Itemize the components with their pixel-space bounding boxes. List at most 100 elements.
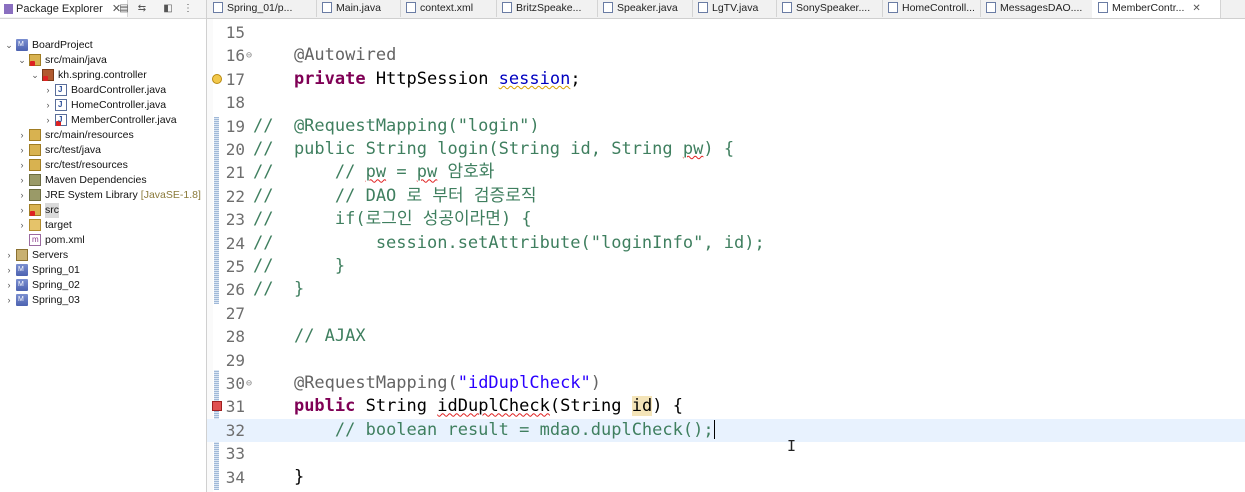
editor-tab[interactable]: Speaker.java [597, 0, 693, 17]
chevron-right-icon[interactable]: › [17, 158, 27, 173]
tree-item-label: src [45, 203, 59, 218]
chevron-right-icon[interactable]: › [43, 83, 53, 98]
tree-item-src-main-java[interactable]: ⌄ src/main/java [0, 53, 206, 68]
error-badge-icon [43, 76, 48, 81]
code-line[interactable]: 23 // if(로그인 성공이라면) { [207, 208, 1245, 231]
chevron-right-icon[interactable]: › [4, 293, 14, 308]
code-line[interactable]: 32 // boolean result = mdao.duplCheck(); [207, 418, 1245, 443]
editor-tab[interactable]: Main.java [316, 0, 401, 17]
editor-tab[interactable]: HomeControll... [882, 0, 981, 17]
code-line[interactable]: 16 ⊖ @Autowired [207, 44, 1245, 67]
tree-item-membercontroller[interactable]: › MemberController.java [0, 112, 206, 128]
tree-item-src-test-resources[interactable]: › src/test/resources [0, 158, 206, 173]
tree-item-spring01[interactable]: › Spring_01 [0, 262, 206, 278]
tree-item-homecontroller[interactable]: › HomeController.java [0, 97, 206, 113]
chevron-right-icon[interactable]: › [17, 143, 27, 158]
fold-toggle-icon[interactable]: ⊖ [246, 372, 252, 395]
link-editor-icon[interactable]: ⇆ [136, 3, 148, 15]
view-menu-icon[interactable]: ⋮ [182, 3, 194, 15]
code-token: pw [682, 139, 704, 159]
tree-item-boardcontroller[interactable]: › BoardController.java [0, 82, 206, 98]
editor-tab[interactable]: context.xml [400, 0, 497, 17]
editor-tab[interactable]: MemberContr... ✕ [1092, 0, 1221, 18]
line-number: 16 [225, 46, 245, 66]
chevron-right-icon[interactable]: › [4, 263, 14, 278]
code-line[interactable]: 26 // } [207, 278, 1245, 301]
close-tab-icon[interactable]: ✕ [1192, 3, 1200, 14]
code-line[interactable]: 21 // // pw = pw 암호화 [207, 161, 1245, 184]
tree-item-spring03[interactable]: › Spring_03 [0, 292, 206, 308]
java-icon [55, 97, 67, 112]
code-line[interactable]: 20 // public String login(String id, Stri… [207, 138, 1245, 161]
code-line[interactable]: 29 [207, 349, 1245, 372]
chevron-right-icon[interactable]: › [17, 173, 27, 188]
code-token: "idDuplCheck" [457, 373, 591, 393]
file-icon [782, 1, 792, 13]
chevron-right-icon[interactable]: › [17, 128, 27, 143]
chevron-right-icon[interactable]: › [4, 278, 14, 293]
code-line[interactable]: 27 [207, 302, 1245, 325]
fold-toggle-icon[interactable]: ⊖ [246, 44, 252, 67]
editor-tab-label: SonySpeaker.... [796, 2, 871, 14]
file-icon [888, 1, 898, 13]
code-line[interactable]: 17 private HttpSession session; [207, 68, 1245, 91]
java-editor[interactable]: 15 16 ⊖ @Autowired 17 private HttpSession s… [207, 19, 1245, 492]
code-line[interactable]: 15 [207, 21, 1245, 44]
code-line[interactable]: 18 [207, 91, 1245, 114]
code-line[interactable]: 28 // AJAX [207, 325, 1245, 348]
editor-tab[interactable]: MessagesDAO.... [980, 0, 1093, 17]
package-explorer-tab[interactable]: Package Explorer ✕ [0, 0, 129, 17]
code-line[interactable]: 33 [207, 442, 1245, 465]
collapse-all-icon[interactable]: ▤ [118, 3, 130, 15]
tree-item-label: HomeController.java [71, 99, 167, 111]
pkg-icon [42, 69, 54, 81]
tree-item-jre-library[interactable]: › JRE System Library [JavaSE-1.8] [0, 188, 206, 203]
chevron-down-icon[interactable]: ⌄ [17, 53, 27, 68]
tree-item-label: src/main/java [45, 54, 107, 66]
code-line[interactable]: 25 // } [207, 255, 1245, 278]
code-text: // @RequestMapping("login") [253, 115, 540, 138]
tree-item-target[interactable]: › target [0, 218, 206, 233]
chevron-down-icon[interactable]: ⌄ [4, 38, 14, 53]
tree-item-src-test-java[interactable]: › src/test/java [0, 143, 206, 158]
editor-tab[interactable]: SonySpeaker.... [776, 0, 883, 17]
tree-item-maven-dependencies[interactable]: › Maven Dependencies [0, 173, 206, 188]
editor-tab-label: context.xml [420, 2, 474, 14]
code-text: // } [253, 255, 345, 278]
code-text: private HttpSession session; [253, 68, 581, 91]
code-line[interactable]: 34 } [207, 466, 1245, 489]
tree-item-package[interactable]: ⌄ kh.spring.controller [0, 68, 206, 83]
tree-item-pom[interactable]: pom.xml [0, 232, 206, 248]
editor-tab[interactable]: LgTV.java [692, 0, 777, 17]
editor-tab[interactable]: Spring_01/p... [207, 0, 317, 17]
code-line[interactable]: 31 public String idDuplCheck(String id) … [207, 395, 1245, 418]
file-icon [603, 1, 613, 13]
chevron-right-icon[interactable]: › [4, 248, 14, 263]
tree-item-label: Maven Dependencies [45, 174, 147, 186]
tree-item-servers[interactable]: › Servers [0, 248, 206, 263]
tree-item-src-main-resources[interactable]: › src/main/resources [0, 128, 206, 143]
file-icon [986, 1, 996, 13]
tree-item-spring02[interactable]: › Spring_02 [0, 277, 206, 293]
chevron-down-icon[interactable]: ⌄ [30, 68, 40, 83]
code-line[interactable]: 19 // @RequestMapping("login") [207, 115, 1245, 138]
chevron-right-icon[interactable]: › [17, 203, 27, 218]
code-text: // session.setAttribute("loginInfo", id)… [253, 232, 765, 255]
chevron-right-icon[interactable]: › [43, 98, 53, 113]
srcfolder-icon [29, 159, 41, 171]
line-number: 23 [225, 210, 245, 230]
code-line[interactable]: 30 ⊖ @RequestMapping("idDuplCheck") [207, 372, 1245, 395]
code-token: // // [253, 162, 366, 183]
tree-item-boardproject[interactable]: ⌄ BoardProject [0, 37, 206, 53]
chevron-right-icon[interactable]: › [17, 218, 27, 233]
editor-tab[interactable]: BritzSpeake... [496, 0, 598, 17]
code-line[interactable]: 24 // session.setAttribute("loginInfo", i… [207, 232, 1245, 255]
chevron-right-icon[interactable]: › [43, 113, 53, 128]
line-number: 30 [225, 374, 245, 393]
line-number: 33 [225, 444, 245, 464]
tree-item-src[interactable]: › src [0, 203, 206, 218]
chevron-right-icon[interactable]: › [17, 188, 27, 203]
code-line[interactable]: 22 // // DAO 로 부터 검증로직 [207, 185, 1245, 208]
